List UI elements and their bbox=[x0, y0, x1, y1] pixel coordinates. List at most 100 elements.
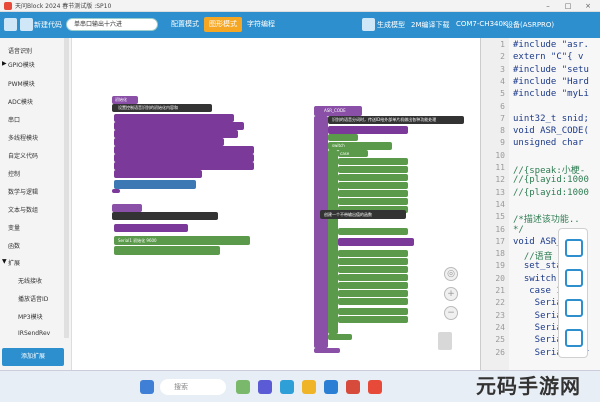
code-line[interactable]: //语音 bbox=[513, 249, 553, 262]
code-line[interactable]: Seria bbox=[513, 335, 562, 345]
serial-print-block[interactable] bbox=[338, 174, 408, 181]
code-block[interactable] bbox=[114, 130, 238, 138]
code-line[interactable]: /*描述该功能.. bbox=[513, 212, 580, 225]
zoom-out-icon[interactable]: − bbox=[444, 306, 458, 320]
app-icon[interactable] bbox=[258, 380, 272, 394]
code-line[interactable]: unsigned char bbox=[513, 138, 583, 148]
code-line[interactable]: Seria bbox=[513, 311, 562, 321]
share-icon[interactable] bbox=[565, 269, 583, 287]
new-code-button[interactable]: 新建代码 bbox=[34, 20, 62, 30]
folder-icon[interactable] bbox=[302, 380, 316, 394]
code-block[interactable] bbox=[114, 138, 224, 146]
serial-print-block[interactable] bbox=[338, 274, 408, 281]
setup-hat-block[interactable] bbox=[112, 204, 142, 212]
trash-icon[interactable] bbox=[438, 332, 452, 350]
code-line[interactable]: void ASR_ bbox=[513, 237, 562, 247]
app-icon[interactable] bbox=[346, 380, 360, 394]
code-line[interactable]: #include "Hard bbox=[513, 77, 589, 87]
collapse-arrow-icon[interactable]: ▼ bbox=[2, 258, 7, 265]
code-block[interactable] bbox=[328, 134, 358, 141]
code-line[interactable]: Seria bbox=[513, 298, 562, 308]
serial-print-block[interactable] bbox=[338, 290, 408, 297]
code-block[interactable] bbox=[114, 154, 254, 162]
device-select[interactable]: 设备(ASRPRO) bbox=[506, 20, 554, 30]
code-block[interactable] bbox=[338, 238, 414, 246]
category-mp3[interactable]: MP3模块 bbox=[18, 312, 43, 321]
serial-print-block[interactable] bbox=[338, 228, 408, 235]
code-block[interactable] bbox=[114, 122, 244, 130]
code-line[interactable]: //{speak:小梗- bbox=[513, 163, 585, 176]
code-mode-button[interactable]: 字符编程 bbox=[242, 17, 280, 32]
category-variables[interactable]: 变量 bbox=[8, 223, 20, 232]
generate-model-icon[interactable] bbox=[362, 18, 375, 31]
code-line[interactable]: #include "myLi bbox=[513, 89, 589, 99]
code-line[interactable]: //{playid:1000 bbox=[513, 175, 589, 185]
code-line[interactable]: Seria bbox=[513, 323, 562, 333]
new-file-icon[interactable] bbox=[20, 18, 33, 31]
generate-model-button[interactable]: 生成模型 bbox=[377, 20, 405, 30]
serial-print-block[interactable] bbox=[338, 258, 408, 265]
category-custom-code[interactable]: 自定义代码 bbox=[8, 151, 38, 160]
add-extension-button[interactable]: 添加扩展 bbox=[2, 348, 64, 366]
category-thread[interactable]: 多线程模块 bbox=[8, 133, 38, 142]
category-control[interactable]: 控制 bbox=[8, 169, 20, 178]
port-select[interactable]: COM7-CH340K bbox=[456, 20, 508, 28]
code-block[interactable] bbox=[114, 146, 254, 154]
app-icon[interactable] bbox=[236, 380, 250, 394]
zoom-in-icon[interactable]: + bbox=[444, 287, 458, 301]
app-icon[interactable] bbox=[368, 380, 382, 394]
minimize-icon[interactable]: – bbox=[538, 0, 558, 12]
category-extensions[interactable]: 扩展 bbox=[8, 258, 20, 267]
pin-block[interactable] bbox=[114, 180, 196, 189]
code-block[interactable] bbox=[114, 224, 188, 232]
home-icon[interactable] bbox=[4, 18, 17, 31]
code-line[interactable]: #include "asr. bbox=[513, 40, 589, 50]
code-block[interactable] bbox=[114, 114, 234, 122]
serial-print-block[interactable] bbox=[338, 182, 408, 189]
sidebar-scrollbar[interactable] bbox=[64, 38, 69, 338]
serial-print-block[interactable] bbox=[338, 166, 408, 173]
category-text-array[interactable]: 文本与数组 bbox=[8, 205, 38, 214]
category-voice[interactable]: 语音识别 bbox=[8, 46, 32, 55]
board-select[interactable]: 单串口输出十六进 bbox=[66, 18, 158, 31]
graphic-mode-button[interactable]: 图形模式 bbox=[204, 17, 242, 32]
block-workspace[interactable]: 初始化 设置控制语音识别的初始化内容和 Serial1 初始化 9600 ASR… bbox=[72, 38, 480, 377]
config-mode-button[interactable]: 配置模式 bbox=[166, 17, 204, 32]
compile-download-button[interactable]: 2M编译下载 bbox=[411, 20, 450, 30]
category-irsendrev[interactable]: IRSendRev bbox=[18, 330, 50, 337]
serial-print-block[interactable] bbox=[338, 198, 408, 205]
category-functions[interactable]: 函数 bbox=[8, 241, 20, 250]
code-line[interactable]: switch bbox=[513, 274, 557, 284]
serial-print-block[interactable] bbox=[338, 308, 408, 315]
serial-print-block[interactable] bbox=[338, 282, 408, 289]
maximize-icon[interactable]: □ bbox=[558, 0, 578, 12]
start-icon[interactable] bbox=[140, 380, 154, 394]
code-line[interactable]: #include "setu bbox=[513, 65, 589, 75]
browser-icon[interactable] bbox=[280, 380, 294, 394]
code-line[interactable]: */ bbox=[513, 225, 524, 235]
code-line[interactable]: set_sta bbox=[513, 261, 562, 271]
serial-mode-block[interactable] bbox=[114, 246, 220, 255]
serial-print-block[interactable] bbox=[338, 266, 408, 273]
taskbar-search[interactable]: 搜索 bbox=[160, 379, 226, 395]
category-adc[interactable]: ADC模块 bbox=[8, 97, 33, 106]
code-line[interactable]: void ASR_CODE( bbox=[513, 126, 589, 136]
image-icon[interactable] bbox=[565, 239, 583, 257]
category-math-logic[interactable]: 数学与逻辑 bbox=[8, 187, 38, 196]
expand-arrow-icon[interactable]: ▶ bbox=[2, 60, 7, 67]
code-block[interactable] bbox=[114, 162, 254, 170]
code-line[interactable]: extern "C"{ v bbox=[513, 52, 583, 62]
qr-code-icon[interactable] bbox=[565, 299, 583, 317]
category-gpio[interactable]: GPIO模块 bbox=[8, 60, 35, 69]
more-icon[interactable] bbox=[565, 329, 583, 347]
zoom-reset-icon[interactable]: ◎ bbox=[444, 267, 458, 281]
store-icon[interactable] bbox=[324, 380, 338, 394]
category-serial[interactable]: 串口 bbox=[8, 115, 20, 124]
code-block[interactable] bbox=[114, 170, 202, 178]
close-icon[interactable]: × bbox=[578, 0, 598, 12]
serial-print-block[interactable] bbox=[338, 250, 408, 257]
category-play-voice-id[interactable]: 播放语音ID bbox=[18, 294, 48, 303]
serial-print-block[interactable] bbox=[338, 316, 408, 323]
category-pwm[interactable]: PWM模块 bbox=[8, 79, 35, 88]
code-block[interactable] bbox=[328, 126, 408, 134]
